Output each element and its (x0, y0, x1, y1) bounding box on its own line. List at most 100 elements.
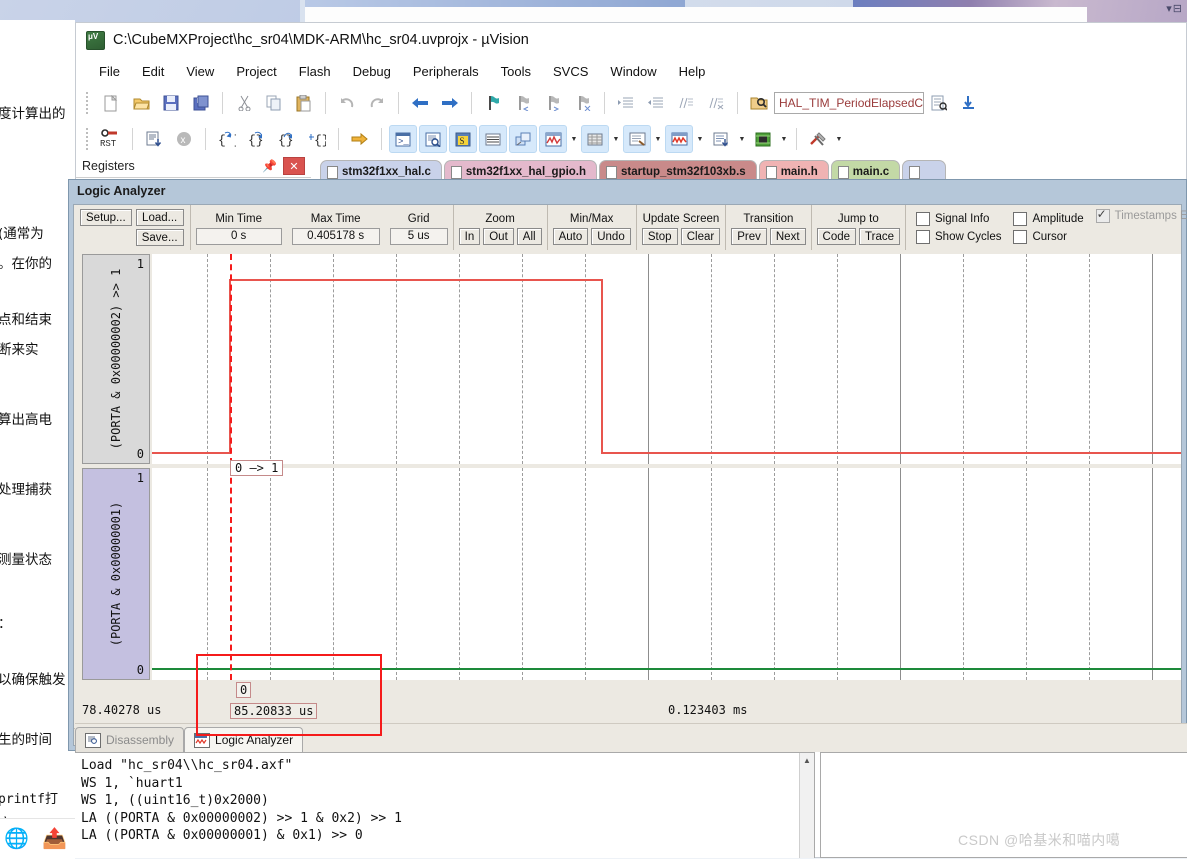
bookmark-next-icon[interactable] (539, 89, 567, 117)
toolbar-grip-2[interactable] (86, 128, 92, 150)
toolbox-icon[interactable] (804, 125, 832, 153)
comment-icon[interactable] (672, 89, 700, 117)
serial-dropdown-icon[interactable]: ▼ (652, 126, 664, 152)
grid-field[interactable]: 5 us (389, 227, 448, 245)
step-into-icon[interactable]: { } (213, 125, 241, 153)
stop-button[interactable]: Stop (641, 227, 678, 245)
registers-icon[interactable] (479, 125, 507, 153)
open-folder-icon[interactable] (127, 89, 155, 117)
min-time-field[interactable]: 0 s (195, 227, 282, 245)
jump-trace-button[interactable]: Trace (859, 227, 901, 245)
menu-peripherals[interactable]: Peripherals (402, 60, 490, 83)
find-in-files-icon[interactable] (745, 89, 773, 117)
menu-flash[interactable]: Flash (288, 60, 342, 83)
copy-icon[interactable] (260, 89, 288, 117)
menu-help[interactable]: Help (668, 60, 717, 83)
show-cycles-checkbox[interactable] (916, 229, 931, 244)
cut-icon[interactable] (230, 89, 258, 117)
save-button[interactable]: Save... (135, 229, 184, 246)
uncomment-icon[interactable] (702, 89, 730, 117)
memory-window-icon[interactable] (581, 125, 609, 153)
amplitude-checkbox[interactable] (1013, 211, 1028, 226)
signal-info-checkbox[interactable] (916, 211, 931, 226)
menu-tools[interactable]: Tools (490, 60, 542, 83)
minmax-auto-button[interactable]: Auto (552, 227, 589, 245)
globe-icon[interactable]: 🌐 (4, 827, 29, 851)
run-to-cursor-icon[interactable]: {} (303, 125, 331, 153)
watch-dropdown-icon[interactable]: ▼ (568, 126, 580, 152)
cursor-checkbox[interactable] (1013, 229, 1028, 244)
new-file-icon[interactable] (97, 89, 125, 117)
signal-2-plot[interactable] (152, 468, 1181, 680)
paste-icon[interactable] (290, 89, 318, 117)
toolbar-grip[interactable] (86, 92, 92, 114)
analysis-window-icon[interactable] (665, 125, 693, 153)
toolbox-dropdown-icon[interactable]: ▼ (833, 126, 845, 152)
function-combo[interactable]: HAL_TIM_PeriodElapsedC ▼ (774, 92, 924, 114)
bookmark-flag-icon[interactable] (479, 89, 507, 117)
transition-next-button[interactable]: Next (769, 227, 806, 245)
menu-project[interactable]: Project (225, 60, 287, 83)
checkbox-amplitude[interactable]: Amplitude (1013, 211, 1084, 226)
step-out-icon[interactable]: {} (273, 125, 301, 153)
menu-view[interactable]: View (175, 60, 225, 83)
stop-debug-icon[interactable]: x (170, 125, 198, 153)
tab-disassembly[interactable]: Disassembly (75, 727, 185, 752)
undo-icon[interactable] (333, 89, 361, 117)
zoom-in-button[interactable]: In (458, 227, 481, 245)
system-dropdown-icon[interactable]: ▼ (778, 126, 790, 152)
watch-window-icon[interactable] (539, 125, 567, 153)
download-icon[interactable] (955, 89, 983, 117)
serial-window-icon[interactable] (623, 125, 651, 153)
redo-icon[interactable] (363, 89, 391, 117)
memory-dropdown-icon[interactable]: ▼ (610, 126, 622, 152)
zoom-out-button[interactable]: Out (483, 227, 514, 245)
max-time-field[interactable]: 0.405178 s (291, 227, 380, 245)
tab-logic-analyzer[interactable]: Logic Analyzer (184, 727, 304, 752)
menu-window[interactable]: Window (599, 60, 667, 83)
load-button[interactable]: Load... (135, 209, 184, 226)
console-scrollbar[interactable]: ▲ (799, 753, 814, 858)
analysis-dropdown-icon[interactable]: ▼ (694, 126, 706, 152)
setup-button[interactable]: Setup... (80, 209, 132, 226)
symbols-icon[interactable]: S (449, 125, 477, 153)
show-next-statement-icon[interactable] (346, 125, 374, 153)
chevron-down-icon[interactable]: ▼ (923, 92, 924, 114)
signal-1-plot[interactable] (152, 254, 1181, 464)
menu-svcs[interactable]: SVCS (542, 60, 599, 83)
step-over-icon[interactable]: {} (243, 125, 271, 153)
reset-icon[interactable]: RST (97, 125, 125, 153)
save-icon[interactable] (157, 89, 185, 117)
disassembly-icon[interactable] (419, 125, 447, 153)
indent-icon[interactable] (612, 89, 640, 117)
checkbox-cursor[interactable]: Cursor (1013, 229, 1083, 244)
signal-1-label-box[interactable]: 1 (PORTA & 0x00000002) >> 1 0 (82, 254, 150, 464)
menu-edit[interactable]: Edit (131, 60, 175, 83)
checkbox-show-cycles[interactable]: Show Cycles (916, 229, 1001, 244)
pin-icon[interactable]: 📌 (262, 159, 283, 173)
menu-debug[interactable]: Debug (342, 60, 402, 83)
upload-file-icon[interactable]: 📤 (42, 827, 67, 851)
run-to-line-icon[interactable] (140, 125, 168, 153)
menu-file[interactable]: File (88, 60, 131, 83)
system-viewer-icon[interactable] (749, 125, 777, 153)
save-all-icon[interactable] (187, 89, 215, 117)
minmax-undo-button[interactable]: Undo (591, 227, 631, 245)
call-stack-icon[interactable] (509, 125, 537, 153)
insert-bookmark-icon[interactable] (925, 89, 953, 117)
forward-arrow-icon[interactable] (436, 89, 464, 117)
trace-icon[interactable] (707, 125, 735, 153)
zoom-all-button[interactable]: All (516, 227, 542, 245)
scroll-up-icon[interactable]: ▲ (800, 753, 814, 767)
checkbox-signal-info[interactable]: Signal Info (916, 211, 1001, 226)
jump-code-button[interactable]: Code (816, 227, 857, 245)
close-icon[interactable]: ✕ (283, 157, 305, 175)
outdent-icon[interactable] (642, 89, 670, 117)
bookmark-clear-icon[interactable] (569, 89, 597, 117)
command-console[interactable]: Load "hc_sr04\\hc_sr04.axf" WS 1, `huart… (75, 752, 815, 858)
back-arrow-icon[interactable] (406, 89, 434, 117)
command-window-icon[interactable]: >_ (389, 125, 417, 153)
trace-dropdown-icon[interactable]: ▼ (736, 126, 748, 152)
bookmark-prev-icon[interactable] (509, 89, 537, 117)
signal-2-label-box[interactable]: 1 (PORTA & 0x00000001) 0 (82, 468, 150, 680)
